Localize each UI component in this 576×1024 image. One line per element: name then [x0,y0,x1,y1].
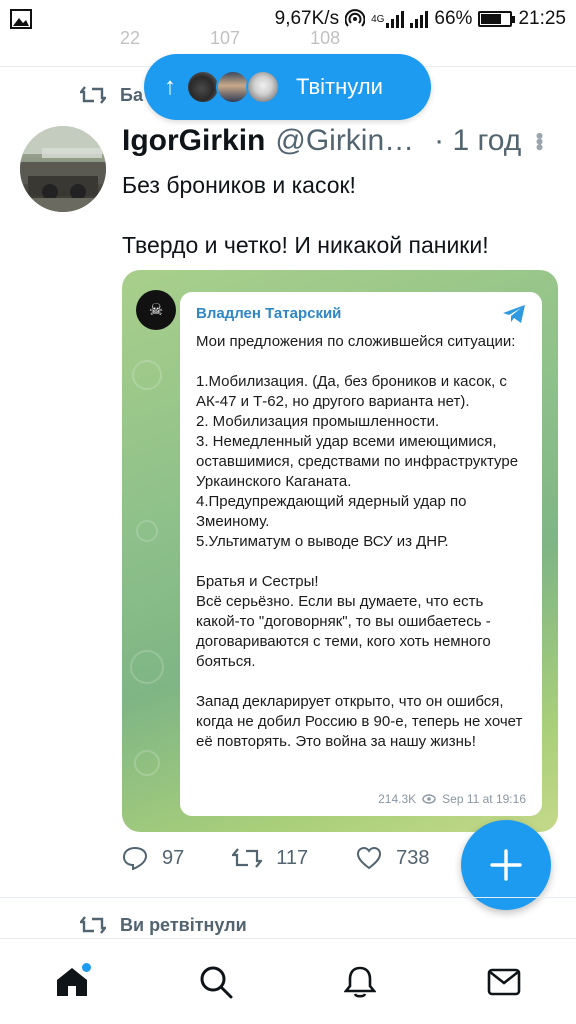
plus-icon [490,849,522,881]
prev-like-count: 108 [310,28,341,44]
message-list-item: 4.Предупреждающий ядерный удар по Змеино… [196,493,467,530]
heart-icon [357,846,382,870]
clock: 21:25 [518,8,566,29]
network-speed: 9,67K/s [274,8,340,29]
nav-home[interactable] [47,957,97,1007]
tweet-text-line: Твердо и четко! И никакой паники! [122,232,489,258]
prev-retweet-count: 107 [210,28,241,44]
tweet-time[interactable]: · 1 год [434,124,521,158]
tweet-header: IgorGirkin @Girkin… · 1 год ••• [122,124,552,158]
more-options-icon[interactable]: ••• [526,132,552,149]
new-tweets-pill[interactable]: ↑ Твітнули [144,54,431,120]
background-doodle [136,520,158,542]
message-paragraph: Всё серьёзно. Если вы думаете, что есть … [196,593,491,670]
prev-reply-count: 22 [120,28,141,44]
reply-button[interactable]: 97 [122,846,184,870]
previous-tweet-actions: 22 107 108 [120,28,340,44]
hotspot-icon [345,9,366,29]
network-type: 4G [371,13,385,25]
avatar [246,70,280,104]
search-icon [200,966,233,998]
retweet-header-text: Ви ретвітнули [120,914,247,935]
retweet-header-text: Ба [120,84,143,105]
retweet-button[interactable]: 117 [232,846,308,870]
tweet-actions: 97 117 738 [122,846,478,870]
retweet-header: Ви ретвітнули [80,914,247,936]
reply-icon [122,846,148,870]
like-button[interactable]: 738 [356,846,430,870]
background-doodle [134,750,160,776]
author-avatar[interactable] [20,126,106,212]
message-paragraph: Братья и Сестры! [196,573,319,590]
nav-notifications[interactable] [335,957,385,1007]
tweet-text-line: Без броников и касок! [122,172,356,198]
retweet-icon [80,916,106,934]
message-date: Sep 11 at 19:16 [442,792,526,806]
gallery-notification-icon [10,9,32,29]
message-list-item: 1.Мобилизация. (Да, без броников и касок… [196,373,507,410]
avatar [186,70,220,104]
message-text: Мои предложения по сложившейся ситуации:… [196,332,526,752]
retweet-icon [80,86,106,104]
nav-messages[interactable] [479,957,529,1007]
battery-percent: 66% [434,8,473,29]
message-meta: 214.3K Sep 11 at 19:16 [378,792,526,806]
retweet-header: Ба [80,84,143,106]
notifications-icon [344,966,376,998]
message-paragraph: Запад декларирует открыто, что он ошибся… [196,693,523,750]
reply-count: 97 [162,846,185,869]
arrow-up-icon: ↑ [164,73,176,100]
divider [0,897,576,898]
message-list-item: 5.Ультиматум о выводе ВСУ из ДНР. [196,533,449,550]
user-handle[interactable]: @Girkin… [275,124,414,158]
message-paragraph: Мои предложения по сложившейся ситуации: [196,333,516,350]
like-count: 738 [396,846,430,869]
messages-icon [487,968,521,995]
tweet-text: Без броников и касок! Твердо и четко! И … [122,170,562,260]
display-name[interactable]: IgorGirkin [122,124,265,158]
retweet-count: 117 [276,846,309,869]
background-doodle [132,360,162,390]
bottom-navigation [0,938,576,1024]
notification-dot [82,962,91,972]
telegram-message-bubble: Владлен Татарский Мои предложения по сло… [180,292,542,816]
channel-avatar: ☠ [136,290,176,330]
nav-search[interactable] [191,957,241,1007]
channel-name: Владлен Татарский [196,305,342,322]
telegram-icon [503,305,525,323]
background-doodle [130,650,164,684]
battery-icon [478,11,516,27]
tweet-media-image[interactable]: ☠ Владлен Татарский Мои предложения по с… [122,270,558,832]
signal-icon-2 [410,10,429,28]
eye-icon [422,794,436,804]
retweet-icon [232,848,263,868]
message-list-item: 3. Немедленный удар всеми имеющимися, ос… [196,433,519,490]
view-count: 214.3K [378,792,417,806]
avatar [216,70,250,104]
pill-label: Твітнули [296,74,383,99]
message-list-item: 2. Мобилизация промышленности. [196,413,440,430]
signal-icon [386,10,405,28]
